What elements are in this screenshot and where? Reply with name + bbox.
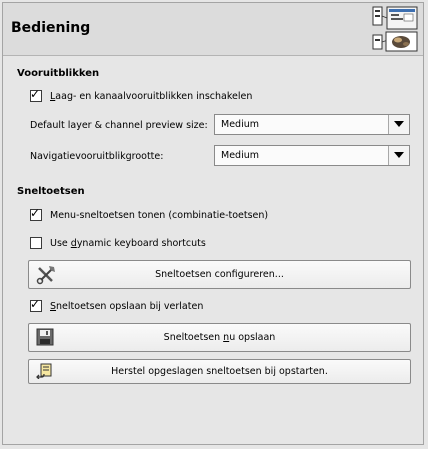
nav-preview-size-value: Medium <box>221 150 259 161</box>
save-on-exit-row[interactable]: ✓ Sneltoetsen opslaan bij verlaten <box>30 297 204 313</box>
dropdown-arrow-icon[interactable] <box>388 146 409 165</box>
preview-size-value: Medium <box>221 119 259 130</box>
check-mark-icon: ✓ <box>30 206 41 220</box>
configure-shortcuts-button[interactable]: Sneltoetsen configureren... <box>28 260 411 289</box>
page-header: Bediening <box>3 3 423 56</box>
configure-shortcuts-label: Sneltoetsen configureren... <box>155 269 284 280</box>
save-shortcuts-now-button[interactable]: Sneltoetsen nu opslaan <box>28 323 411 352</box>
enable-previews-label: Laag- en kanaalvooruitblikken inschakele… <box>50 90 253 102</box>
preview-size-label: Default layer & channel preview size: <box>30 120 208 131</box>
section-title-previews: Vooruitblikken <box>17 68 100 79</box>
page-title: Bediening <box>11 20 91 36</box>
show-menu-shortcuts-label: Menu-sneltoetsen tonen (combinatie-toets… <box>50 209 269 221</box>
show-menu-shortcuts-checkbox[interactable]: ✓ <box>30 206 42 221</box>
dynamic-shortcuts-label: Use dynamic keyboard shortcuts <box>50 237 206 249</box>
save-on-exit-label: Sneltoetsen opslaan bij verlaten <box>50 300 204 312</box>
nav-preview-size-select[interactable]: Medium <box>214 145 410 166</box>
enable-previews-checkbox[interactable]: ✓ <box>30 87 42 102</box>
save-shortcuts-now-label: Sneltoetsen nu opslaan <box>163 332 276 343</box>
section-title-shortcuts: Sneltoetsen <box>17 186 85 197</box>
check-mark-icon: ✓ <box>30 297 41 311</box>
check-mark-icon: ✓ <box>30 87 41 101</box>
show-menu-shortcuts-row[interactable]: ✓ Menu-sneltoetsen tonen (combinatie-toe… <box>30 206 269 222</box>
enable-previews-checkbox-row[interactable]: ✓ Laag- en kanaalvooruitblikken inschake… <box>30 87 253 103</box>
dynamic-shortcuts-row[interactable]: Use dynamic keyboard shortcuts <box>30 236 206 250</box>
input-devices-icon <box>372 6 418 52</box>
preview-size-select[interactable]: Medium <box>214 114 410 135</box>
reset-shortcuts-button[interactable]: Herstel opgeslagen sneltoetsen bij opsta… <box>28 359 411 384</box>
reset-shortcuts-label: Herstel opgeslagen sneltoetsen bij opsta… <box>111 366 328 377</box>
dynamic-shortcuts-checkbox[interactable] <box>30 237 42 249</box>
dropdown-arrow-icon[interactable] <box>388 115 409 134</box>
save-on-exit-checkbox[interactable]: ✓ <box>30 297 42 312</box>
nav-preview-size-label: Navigatievooruitblikgrootte: <box>30 151 164 162</box>
